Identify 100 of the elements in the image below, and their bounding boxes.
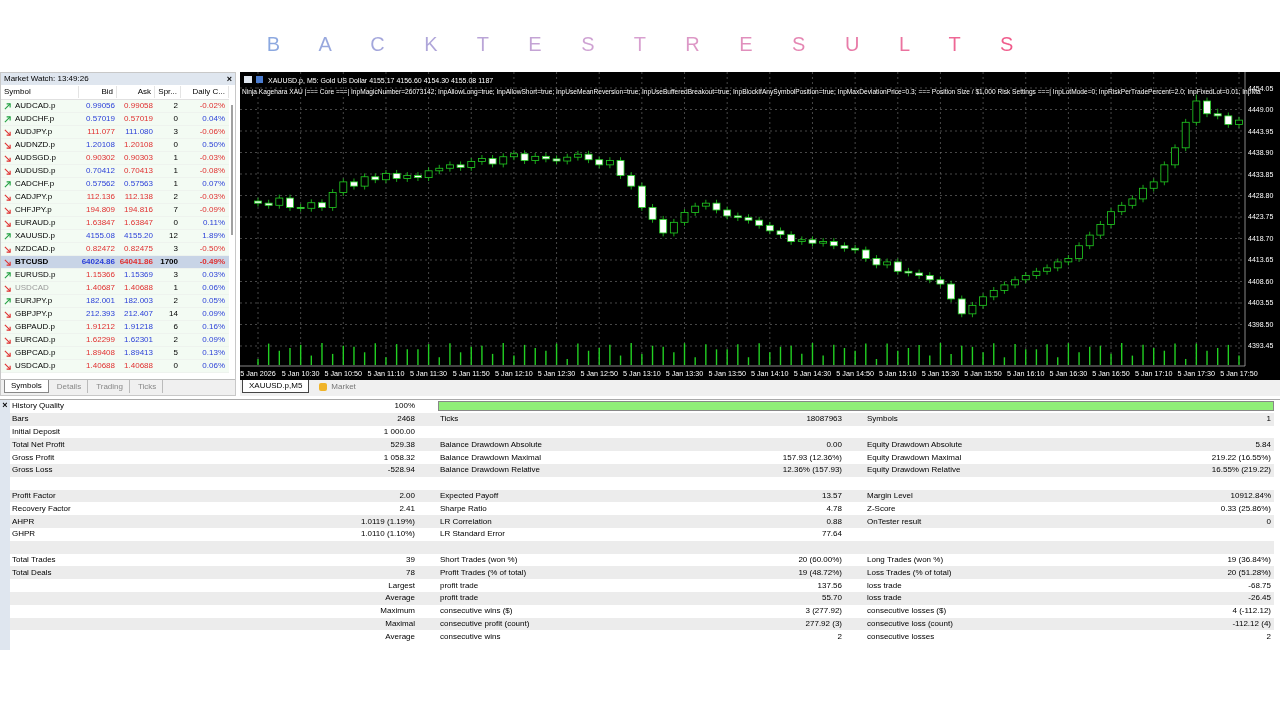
ask-price: 1.15369 xyxy=(123,269,154,281)
column-header[interactable]: Spr... xyxy=(155,86,181,98)
symbol-row[interactable]: AUDCAD.p 0.99056 0.99058 2 -0.02% xyxy=(1,100,229,113)
symbol-row[interactable]: EURAUD.p 1.63847 1.63847 0 0.11% xyxy=(1,217,229,230)
stat-label: profit trade xyxy=(440,592,479,605)
symbol-name: EURUSD.p xyxy=(15,269,56,281)
symbol-row[interactable]: AUDNZD.p 1.20108 1.20108 0 0.50% xyxy=(1,139,229,152)
column-header[interactable]: Bid xyxy=(79,86,117,98)
symbol-row[interactable]: EURCAD.p 1.62299 1.62301 2 0.09% xyxy=(1,334,229,347)
candle xyxy=(392,169,401,183)
symbol-row[interactable]: NZDCAD.p 0.82472 0.82475 3 -0.50% xyxy=(1,243,229,256)
candle xyxy=(435,164,444,175)
stat-value: 16.55% (219.22) xyxy=(1211,464,1271,477)
symbol-name: EURAUD.p xyxy=(15,217,56,229)
stat-value: 19 (48.72%) xyxy=(798,566,842,579)
stat-label: consecutive loss (count) xyxy=(867,617,953,630)
candle xyxy=(659,215,668,237)
stat-value: Largest xyxy=(388,579,415,592)
symbol-row[interactable]: XAUUSD.p 4155.08 4155.20 12 1.89% xyxy=(1,230,229,243)
candle xyxy=(1085,231,1094,250)
stat-value: -528.94 xyxy=(387,464,415,477)
candle xyxy=(552,155,561,165)
daily-change: 0.05% xyxy=(201,295,226,307)
daily-change: -0.08% xyxy=(198,165,226,177)
symbol-row[interactable]: AUDSGD.p 0.90302 0.90303 1 -0.03% xyxy=(1,152,229,165)
column-header[interactable]: Ask xyxy=(117,86,155,98)
candle xyxy=(1107,207,1115,229)
symbol-row[interactable]: GBPCAD.p 1.89408 1.89413 5 0.13% xyxy=(1,347,229,360)
ask-price: 1.40688 xyxy=(123,282,154,294)
daily-change: 0.06% xyxy=(201,282,226,294)
stat-value: 219.22 (16.55%) xyxy=(1211,451,1271,464)
close-button[interactable]: × xyxy=(2,400,8,410)
symbol-row[interactable]: AUDJPY.p 111.077 111.080 3 -0.06% xyxy=(1,126,229,139)
candle xyxy=(1139,184,1147,203)
symbol-row[interactable]: CADCHF.p 0.57562 0.57563 1 0.07% xyxy=(1,178,229,191)
close-button[interactable]: × xyxy=(226,74,232,84)
candle xyxy=(563,153,572,165)
symbol-row[interactable]: EURJPY.p 182.001 182.003 2 0.05% xyxy=(1,295,229,308)
stat-label: History Quality xyxy=(12,400,64,413)
candle xyxy=(403,171,412,183)
candle xyxy=(1213,108,1222,120)
spread-value: 2 xyxy=(172,191,179,203)
symbol-row[interactable]: BTCUSD 64024.86 64041.86 1700 -0.49% xyxy=(1,256,229,269)
stat-value: 3 (277.92) xyxy=(805,605,842,618)
candle xyxy=(904,267,913,277)
ask-price: 64041.86 xyxy=(118,256,154,268)
panel-tab[interactable]: Symbols xyxy=(4,380,49,393)
spread-value: 5 xyxy=(172,347,179,359)
bid-price: 1.91212 xyxy=(85,321,116,333)
stat-label: Balance Drawdown Relative xyxy=(440,464,541,477)
column-header[interactable]: Symbol xyxy=(1,86,79,98)
symbol-row[interactable]: CHFJPY.p 194.809 194.816 7 -0.09% xyxy=(1,204,229,217)
bid-price: 1.63847 xyxy=(85,217,116,229)
stat-label: LR Standard Error xyxy=(440,528,505,541)
symbol-row[interactable]: GBPAUD.p 1.91212 1.91218 6 0.16% xyxy=(1,321,229,334)
daily-change: 0.06% xyxy=(201,360,226,372)
stat-value: 78 xyxy=(406,566,415,579)
ask-price: 111.080 xyxy=(124,126,154,138)
candle xyxy=(808,235,817,247)
symbol-row[interactable]: EURUSD.p 1.15366 1.15369 3 0.03% xyxy=(1,269,229,282)
symbol-row[interactable]: USDCAD.p 1.40688 1.40688 0 0.06% xyxy=(1,360,229,373)
stat-value: 1.0110 (1.10%) xyxy=(360,528,415,541)
stat-value: 0 xyxy=(1266,515,1271,528)
symbol-row[interactable]: CADJPY.p 112.136 112.138 2 -0.03% xyxy=(1,191,229,204)
candle xyxy=(1171,144,1179,169)
stat-value: 20 (51.28%) xyxy=(1227,566,1271,579)
chart-tab[interactable]: Market xyxy=(313,380,362,393)
candle xyxy=(1149,178,1158,193)
chart-tab[interactable]: XAUUSD.p,M5 xyxy=(242,380,310,393)
symbol-name: AUDJPY.p xyxy=(15,126,53,138)
symbol-row[interactable]: USDCAD 1.40687 1.40688 1 0.06% xyxy=(1,282,229,295)
candle xyxy=(765,221,774,235)
stat-label: Balance Drawdown Maximal xyxy=(440,451,541,464)
stat-label: Profit Trades (% of total) xyxy=(440,566,527,579)
spread-value: 3 xyxy=(172,243,179,255)
symbol-row[interactable]: AUDCHF.p 0.57019 0.57019 0 0.04% xyxy=(1,113,229,126)
bid-price: 212.393 xyxy=(85,308,116,320)
column-header[interactable]: Daily C... xyxy=(181,86,229,98)
spread-value: 0 xyxy=(172,360,179,372)
ask-price: 212.407 xyxy=(123,308,154,320)
spread-value: 1 xyxy=(172,165,179,177)
stat-value: 39 xyxy=(406,553,415,566)
candle xyxy=(1096,220,1105,239)
candle xyxy=(989,286,998,301)
candle xyxy=(883,258,891,269)
candle xyxy=(424,167,433,182)
stat-label: Equity Drawdown Relative xyxy=(867,464,961,477)
stat-value: 13.57 xyxy=(821,489,842,502)
symbol-row[interactable]: GBPJPY.p 212.393 212.407 14 0.09% xyxy=(1,308,229,321)
stat-value: 0.33 (25.86%) xyxy=(1220,502,1271,515)
candle xyxy=(1000,281,1009,295)
daily-change: -0.50% xyxy=(198,243,226,255)
candle xyxy=(1011,276,1019,289)
candle xyxy=(1117,201,1126,216)
daily-change: -0.49% xyxy=(198,256,226,268)
bid-price: 0.90302 xyxy=(85,152,116,164)
candle xyxy=(872,254,881,269)
stat-value: 2 xyxy=(837,630,842,643)
ask-price: 4155.20 xyxy=(123,230,154,242)
symbol-row[interactable]: AUDUSD.p 0.70412 0.70413 1 -0.08% xyxy=(1,165,229,178)
